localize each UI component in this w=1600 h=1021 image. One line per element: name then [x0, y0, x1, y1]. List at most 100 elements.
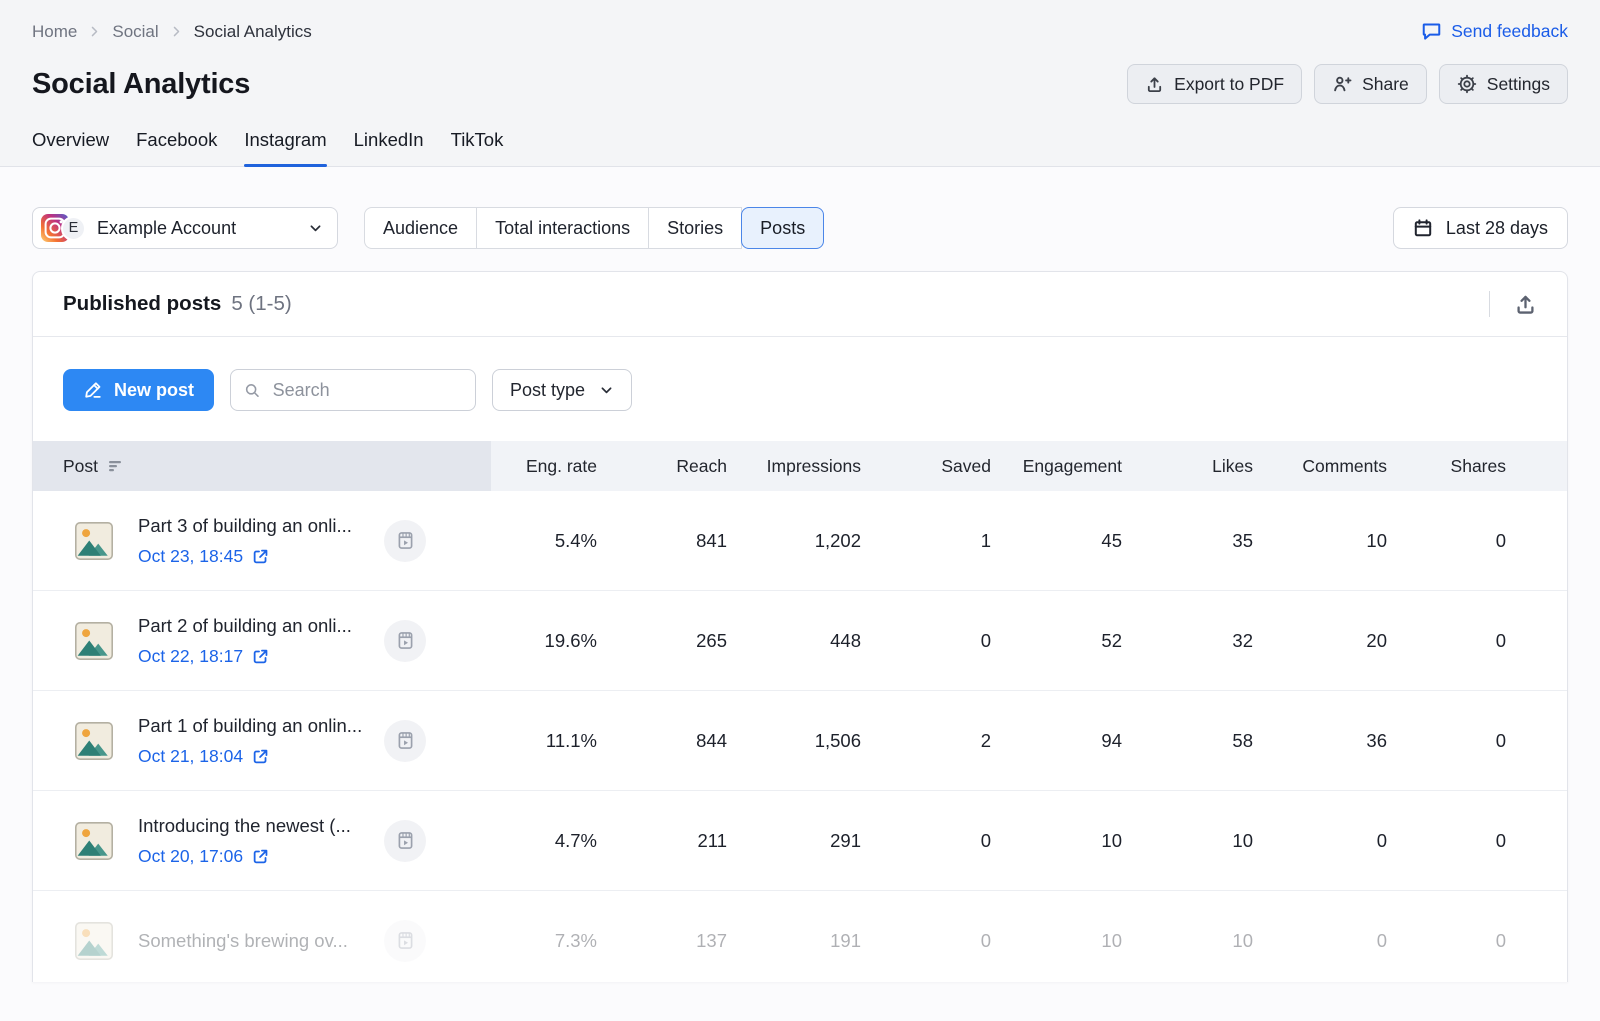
cell-saved: 0 — [861, 630, 991, 652]
cell-reach: 265 — [597, 630, 727, 652]
tabs: Overview Facebook Instagram LinkedIn TikTok — [32, 129, 1568, 166]
cell-eng-rate: 19.6% — [491, 630, 597, 652]
cell-engagement: 94 — [991, 730, 1122, 752]
cell-engagement: 10 — [991, 830, 1122, 852]
search-input[interactable] — [271, 379, 462, 402]
segment-audience[interactable]: Audience — [364, 207, 477, 249]
reel-icon — [395, 930, 416, 951]
post-thumbnail-icon — [75, 522, 113, 560]
table-row: Something's brewing ov... — [33, 891, 1567, 982]
breadcrumb-item[interactable]: Home — [32, 22, 77, 42]
post-title: Part 2 of building an onli... — [138, 615, 384, 637]
cell-shares: 0 — [1387, 630, 1506, 652]
cell-eng-rate: 11.1% — [491, 730, 597, 752]
account-name: Example Account — [97, 218, 297, 239]
post-date: Oct 21, 18:04 — [138, 746, 243, 767]
share-label: Share — [1362, 74, 1409, 95]
reel-icon — [395, 730, 416, 751]
reel-icon — [395, 830, 416, 851]
table-header: PostEng. rateReachImpressionsSavedEngage… — [33, 441, 1567, 491]
post-thumbnail-icon — [75, 822, 113, 860]
post-date-link[interactable]: Oct 22, 18:17 — [138, 646, 269, 667]
cell-likes: 10 — [1122, 930, 1253, 952]
external-link-icon — [252, 848, 269, 865]
published-posts-card: Published posts 5 (1-5) — [32, 271, 1568, 982]
post-date-link[interactable]: Oct 23, 18:45 — [138, 546, 269, 567]
date-range-button[interactable]: Last 28 days — [1393, 207, 1568, 249]
cell-engagement: 52 — [991, 630, 1122, 652]
chevron-right-icon — [170, 25, 183, 38]
column-header-post[interactable]: Post — [33, 441, 491, 491]
feedback-bubble-icon — [1421, 21, 1442, 42]
search-icon — [244, 381, 261, 400]
reel-badge — [384, 820, 426, 862]
tab-linkedin[interactable]: LinkedIn — [354, 129, 424, 166]
cell-likes: 32 — [1122, 630, 1253, 652]
new-post-label: New post — [114, 380, 194, 401]
cell-reach: 137 — [597, 930, 727, 952]
table-body: Part 3 of building an onli... Oct 23, 18… — [33, 491, 1567, 982]
tab-instagram[interactable]: Instagram — [244, 129, 326, 166]
breadcrumb-item[interactable]: Social — [112, 22, 158, 42]
cell-reach: 844 — [597, 730, 727, 752]
tab-overview[interactable]: Overview — [32, 129, 109, 166]
segment-stories[interactable]: Stories — [648, 207, 742, 249]
export-table-button[interactable] — [1514, 293, 1537, 316]
table-row: Part 2 of building an onli... Oct 22, 18… — [33, 591, 1567, 691]
cell-impressions: 1,506 — [727, 730, 861, 752]
cell-reach: 841 — [597, 530, 727, 552]
column-label: Post — [63, 456, 98, 477]
tab-facebook[interactable]: Facebook — [136, 129, 217, 166]
post-thumbnail-icon — [75, 722, 113, 760]
cell-shares: 0 — [1387, 730, 1506, 752]
cell-saved: 0 — [861, 930, 991, 952]
date-range-label: Last 28 days — [1446, 218, 1548, 239]
column-header-shares: Shares — [1387, 456, 1506, 477]
cell-impressions: 1,202 — [727, 530, 861, 552]
page-title: Social Analytics — [32, 68, 250, 101]
cell-engagement: 45 — [991, 530, 1122, 552]
new-post-button[interactable]: New post — [63, 369, 214, 411]
post-title: Introducing the newest (... — [138, 815, 384, 837]
settings-button[interactable]: Settings — [1439, 64, 1568, 104]
tab-tiktok[interactable]: TikTok — [451, 129, 504, 166]
post-date: Oct 20, 17:06 — [138, 846, 243, 867]
chevron-right-icon — [88, 25, 101, 38]
post-date-link[interactable]: Oct 21, 18:04 — [138, 746, 269, 767]
cell-comments: 10 — [1253, 530, 1387, 552]
segment-total-interactions[interactable]: Total interactions — [476, 207, 649, 249]
account-avatar: E — [41, 214, 86, 242]
cell-comments: 36 — [1253, 730, 1387, 752]
send-feedback-link[interactable]: Send feedback — [1421, 21, 1568, 42]
sort-icon — [108, 459, 124, 473]
external-link-icon — [252, 648, 269, 665]
segment-posts[interactable]: Posts — [741, 207, 824, 249]
cell-shares: 0 — [1387, 930, 1506, 952]
cell-comments: 0 — [1253, 830, 1387, 852]
account-initial-badge: E — [61, 216, 86, 241]
post-type-label: Post type — [510, 380, 585, 401]
post-title: Part 1 of building an onlin... — [138, 715, 384, 737]
card-title: Published posts — [63, 292, 221, 316]
post-date: Oct 23, 18:45 — [138, 546, 243, 567]
account-selector[interactable]: E Example Account — [32, 207, 338, 249]
cell-impressions: 291 — [727, 830, 861, 852]
external-link-icon — [252, 748, 269, 765]
post-thumbnail-icon — [75, 622, 113, 660]
post-thumbnail-icon — [75, 922, 113, 960]
post-type-dropdown[interactable]: Post type — [492, 369, 632, 411]
cell-eng-rate: 5.4% — [491, 530, 597, 552]
settings-label: Settings — [1487, 74, 1550, 95]
reel-badge — [384, 720, 426, 762]
export-icon — [1514, 293, 1537, 316]
send-feedback-label: Send feedback — [1451, 21, 1568, 42]
post-date-link[interactable]: Oct 20, 17:06 — [138, 846, 269, 867]
cell-shares: 0 — [1387, 830, 1506, 852]
cell-likes: 10 — [1122, 830, 1253, 852]
cell-shares: 0 — [1387, 530, 1506, 552]
export-to-pdf-button[interactable]: Export to PDF — [1127, 64, 1302, 104]
post-title: Part 3 of building an onli... — [138, 515, 384, 537]
cell-impressions: 191 — [727, 930, 861, 952]
share-button[interactable]: Share — [1314, 64, 1427, 104]
breadcrumb: HomeSocialSocial Analytics — [32, 22, 312, 42]
